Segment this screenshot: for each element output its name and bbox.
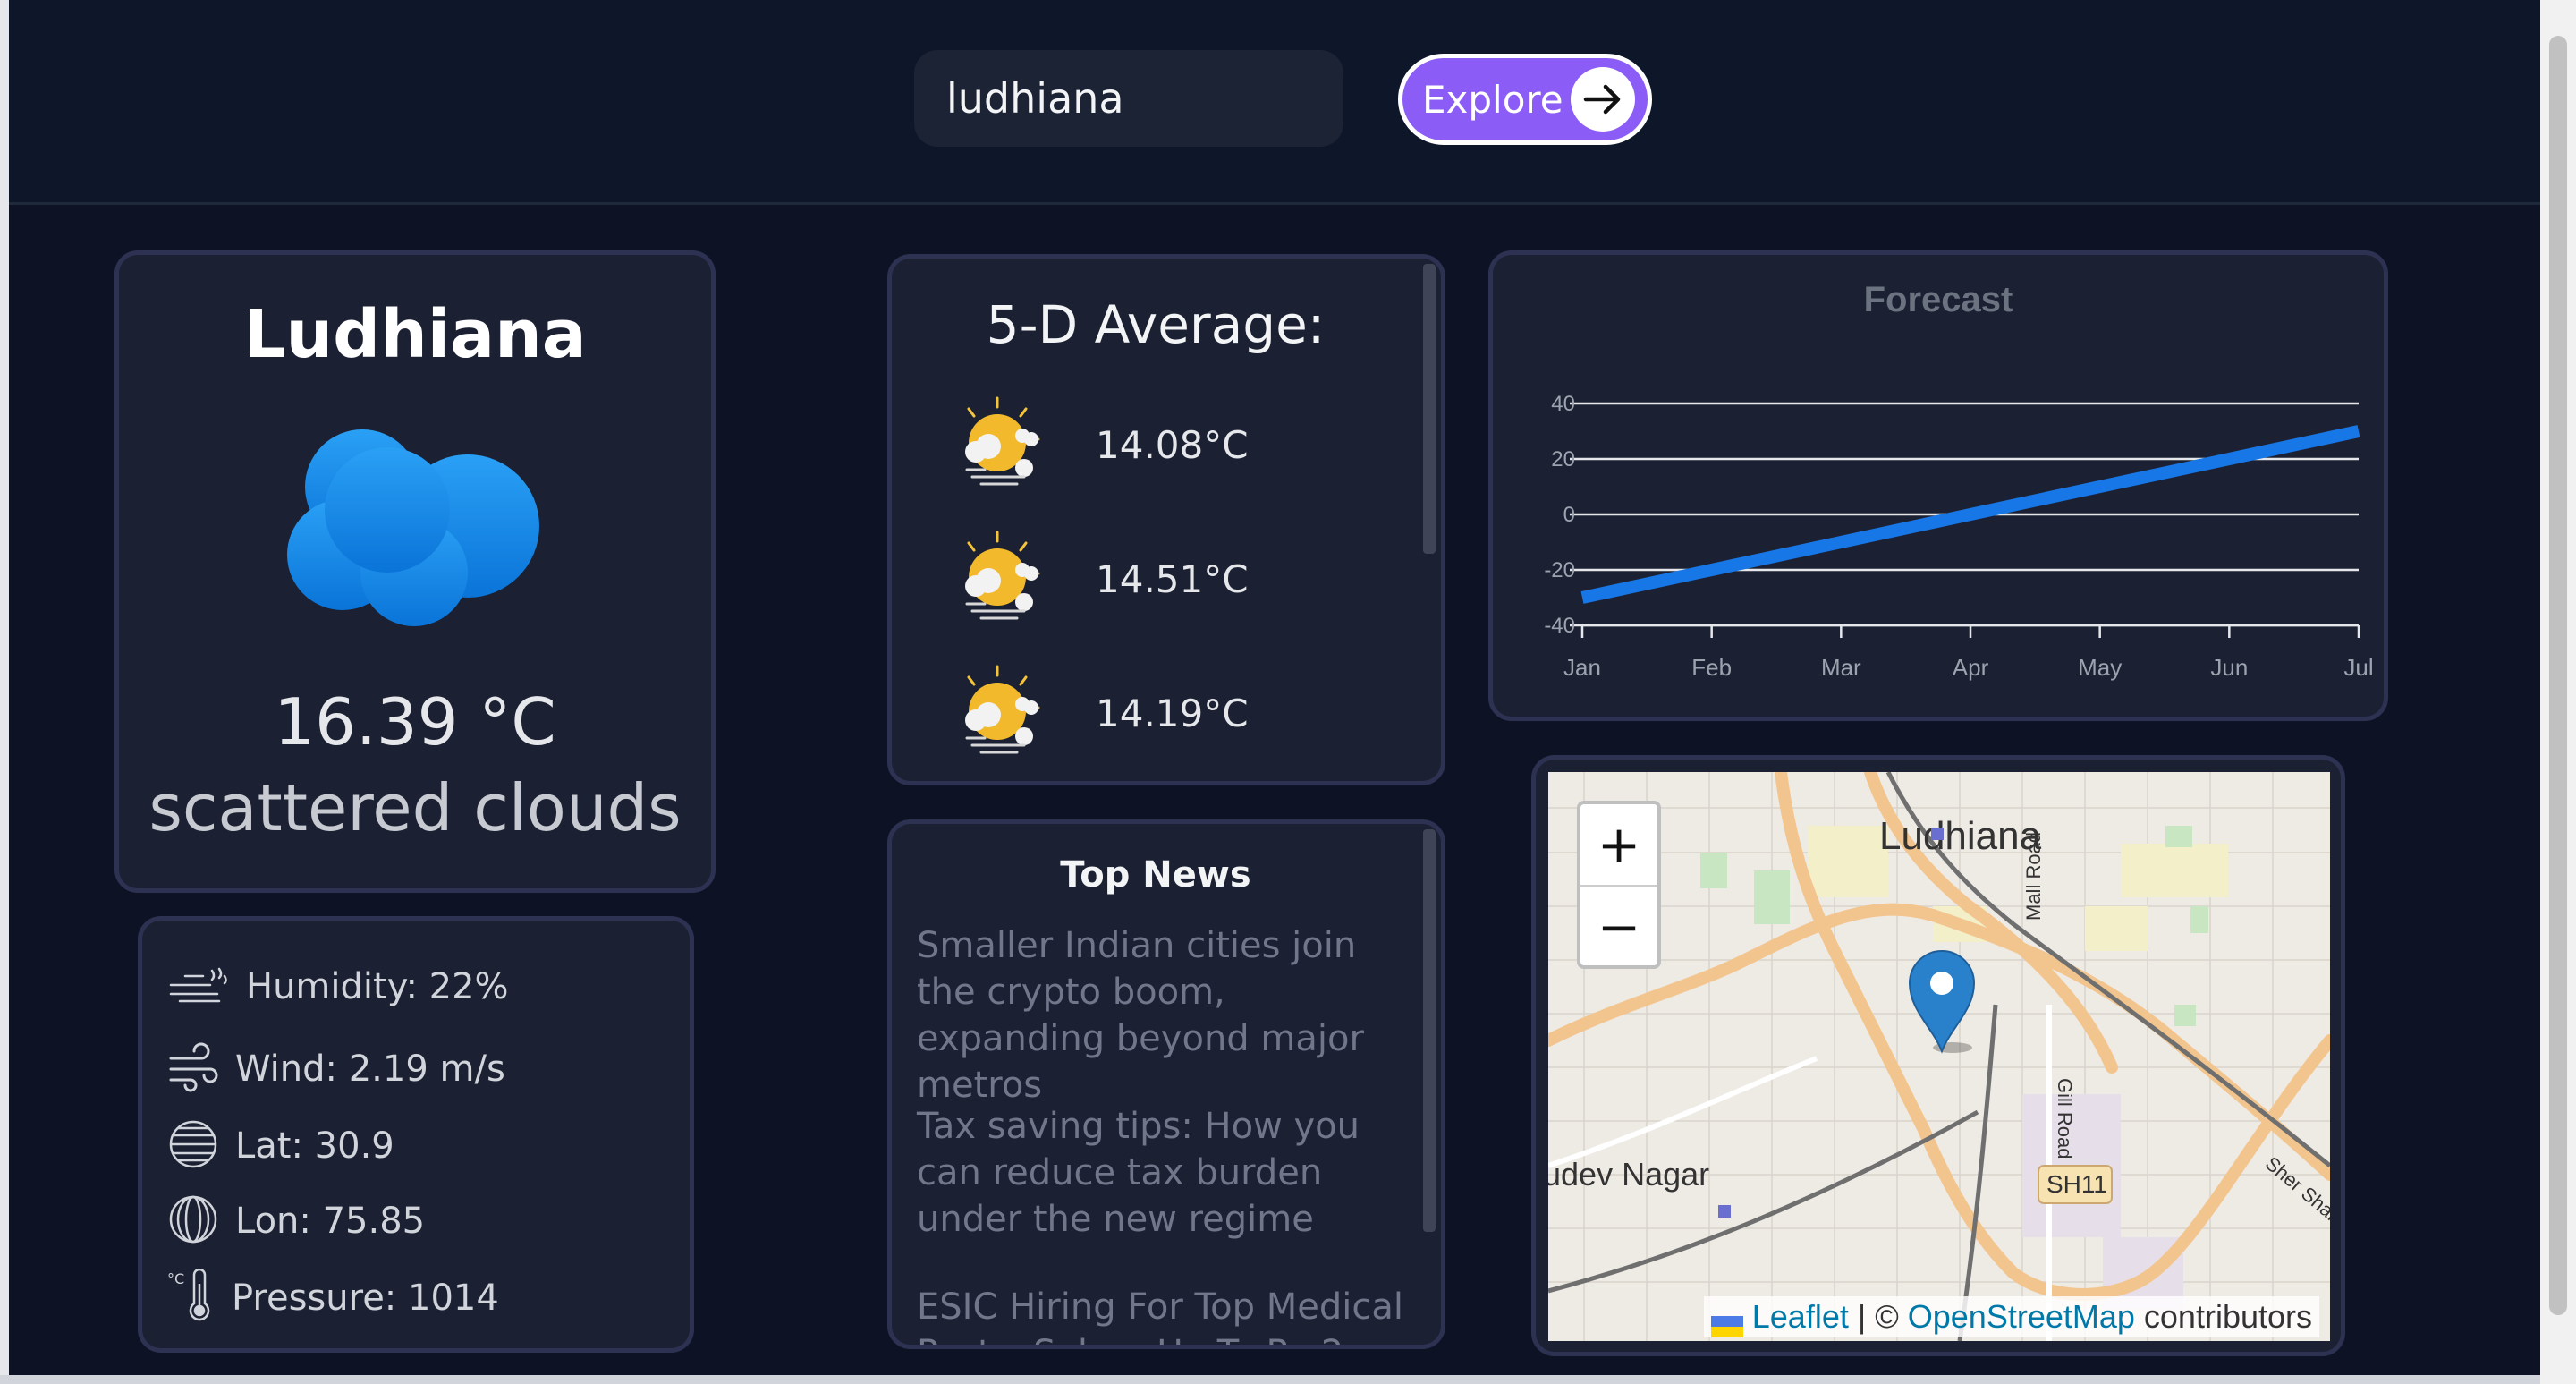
chart-y-tick-label: 20 [1551,447,1575,471]
attribution-suffix: contributors [2134,1298,2312,1335]
detail-humidity: Humidity: 22% [167,964,509,1010]
explore-button-label: Explore [1422,77,1563,122]
humidity-label: Humidity: 22% [246,966,509,1007]
detail-wind: Wind: 2.19 m/s [167,1042,505,1096]
chart-x-tick-label: May [2078,654,2122,681]
pressure-label: Pressure: 1014 [232,1278,499,1319]
map-attribution: Leaflet | © OpenStreetMap contributors [1703,1296,2319,1338]
window-bottom-edge [0,1375,2540,1384]
wind-label: Wind: 2.19 m/s [235,1049,505,1090]
chart-x-tick-label: Apr [1953,654,1989,681]
weather-details-card: Humidity: 22% Wind: 2.19 m/s Lat: 30.9 L… [138,916,694,1353]
svg-text:°C: °C [167,1270,184,1287]
app: Explore Ludhiana 16 [0,0,2576,1384]
leaflet-link[interactable]: Leaflet [1752,1298,1849,1335]
average-card: 5-D Average: 14.08°C 14.51°C 14.19°C [887,254,1445,785]
chart-y-tick-label: -40 [1544,614,1575,638]
thermometer-icon: °C [167,1268,216,1327]
average-row: 14.08°C [945,391,1249,498]
chart-y-tick-label: -20 [1544,558,1575,582]
city-name: Ludhiana [243,296,587,373]
search-input[interactable] [914,50,1343,147]
longitude-icon [167,1194,219,1248]
news-scrollbar[interactable] [1423,829,1436,1232]
weather-description: scattered clouds [148,770,682,845]
average-value: 14.51°C [1096,556,1249,601]
chart-y-tick-label: 0 [1563,503,1575,527]
chart-x-tick-label: Mar [1821,654,1861,681]
zoom-control: + − [1577,801,1661,969]
map-card: Ludhiana Mall Road Gill Road SH11 Sher S… [1531,755,2345,1356]
chart-x-tick-label: Feb [1691,654,1732,681]
cloud-icon [280,420,552,635]
attribution-separator: | © [1848,1298,1908,1335]
detail-pressure: °C Pressure: 1014 [167,1268,499,1327]
chart-x-tick-label: Jan [1563,654,1601,681]
humidity-icon [167,964,230,1010]
arrow-right-icon [1571,67,1635,132]
window-edge [0,0,9,1384]
news-card: Top News Smaller Indian cities join the … [887,819,1445,1349]
longitude-label: Lon: 75.85 [235,1201,426,1242]
map-view[interactable]: Ludhiana Mall Road Gill Road SH11 Sher S… [1548,772,2330,1341]
average-value: 14.19°C [1096,691,1249,735]
current-weather-card: Ludhiana 16.39 °C scattered clouds [114,250,716,893]
map-label-ludhiana: Ludhiana [1879,814,2042,858]
news-title: Top News [1060,854,1251,896]
sun-cloud-icon [945,525,1049,633]
map-label-udev-nagar: udev Nagar [1548,1156,1709,1193]
chart-x-tick-label: Jun [2210,654,2248,681]
header: Explore [9,0,2540,205]
average-title: 5-D Average: [986,294,1326,355]
page-scrollbar-thumb[interactable] [2549,36,2567,1315]
detail-lon: Lon: 75.85 [167,1194,425,1248]
latitude-icon [167,1119,219,1173]
osm-link[interactable]: OpenStreetMap [1908,1298,2135,1335]
wind-icon [167,1042,219,1096]
news-item[interactable]: Tax saving tips: How you can reduce tax … [917,1103,1418,1243]
forecast-chart: -40 -20 0 20 40 Jan Feb Mar Apr May Jun Jul [1544,392,2373,681]
sun-cloud-icon [945,391,1049,498]
forecast-card: Forecast -40 -20 0 20 40 Jan Feb Mar Apr May Jun Ju… [1488,250,2388,721]
detail-lat: Lat: 30.9 [167,1119,394,1173]
map-marker-icon[interactable] [1906,947,1978,1058]
map-label-sh11: SH11 [2046,1170,2107,1198]
zoom-out-button[interactable]: − [1580,887,1657,967]
explore-button[interactable]: Explore [1398,54,1652,145]
sun-cloud-icon [945,659,1049,767]
map-label-mall-road: Mall Road [2022,832,2045,921]
latitude-label: Lat: 30.9 [235,1125,394,1167]
news-item[interactable]: Smaller Indian cities join the crypto bo… [917,922,1418,1108]
average-row: 14.51°C [945,525,1249,633]
map-label-gill-road: Gill Road [2054,1078,2076,1159]
average-scrollbar[interactable] [1423,264,1436,554]
page-scrollbar[interactable] [2540,0,2576,1384]
ukraine-flag-icon [1710,1308,1743,1338]
average-value: 14.08°C [1096,422,1249,467]
temperature: 16.39 °C [274,684,556,760]
average-row: 14.19°C [945,659,1249,767]
chart-y-tick-label: 40 [1551,392,1575,416]
chart-x-tick-label: Jul [2343,654,2373,681]
news-item[interactable]: ESIC Hiring For Top Medical Posts, Salar… [917,1284,1418,1345]
zoom-in-button[interactable]: + [1580,804,1657,887]
